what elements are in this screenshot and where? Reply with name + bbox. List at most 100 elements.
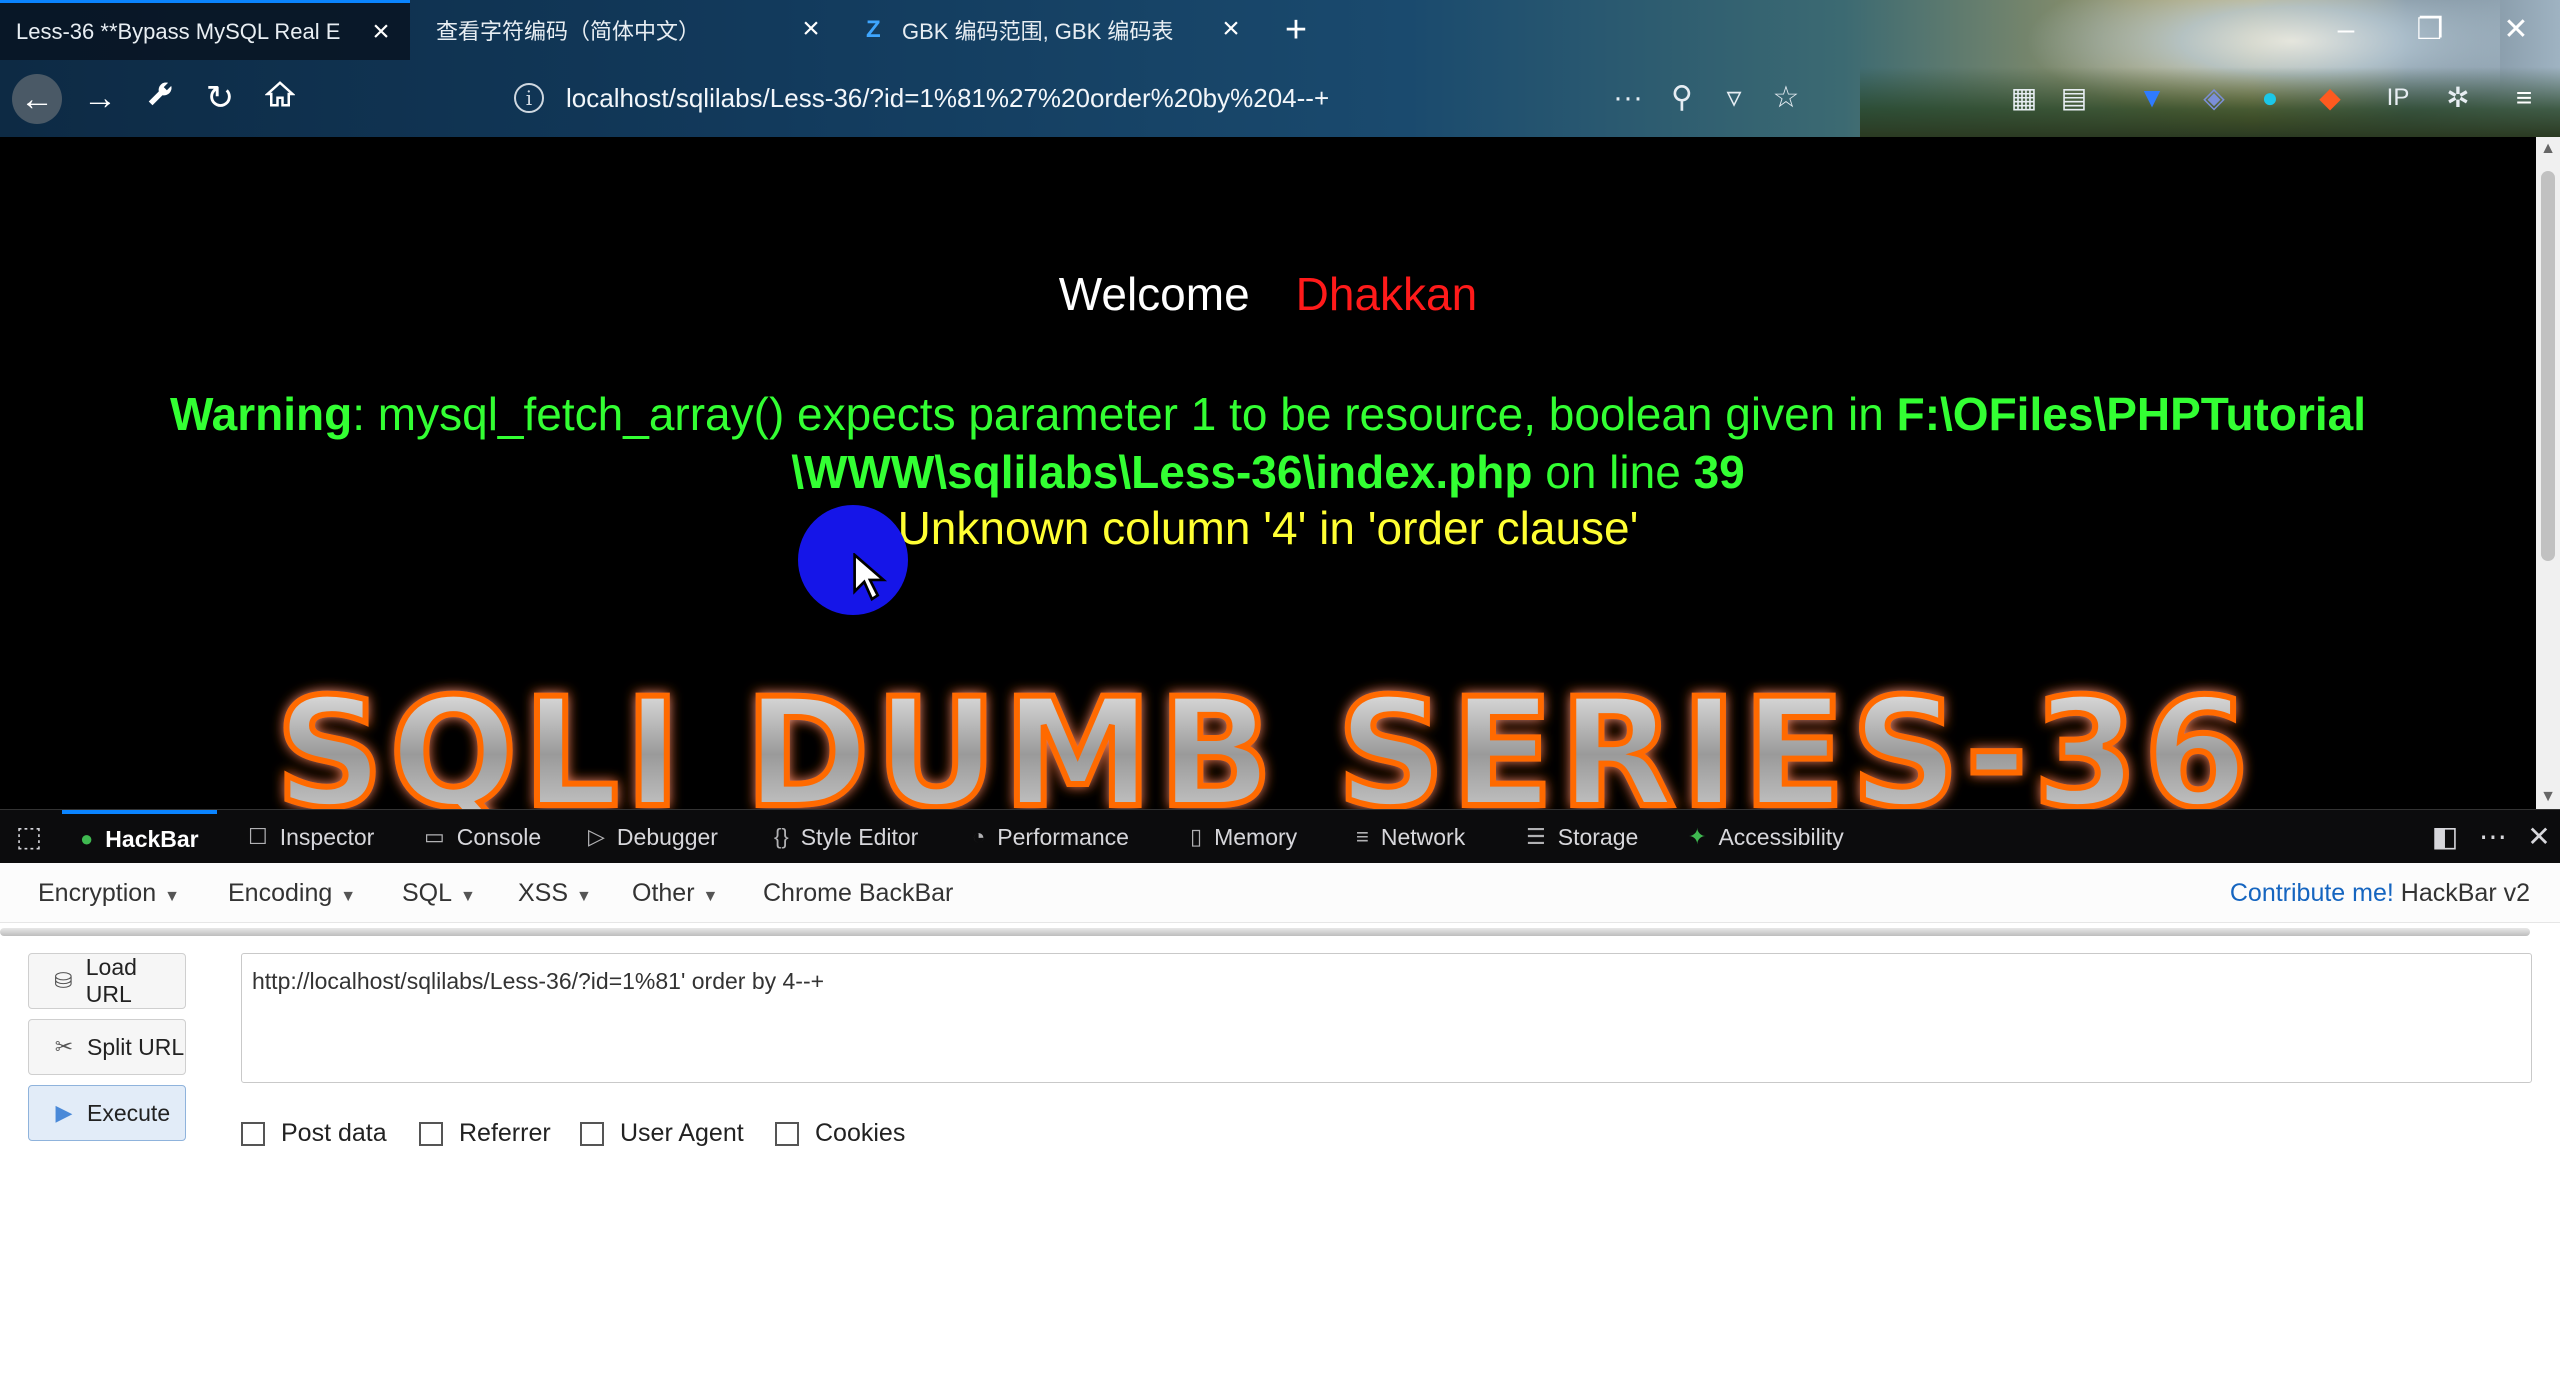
- hackbar-panel: Encryption ▼ Encoding ▼ SQL ▼ XSS ▼ Other ▼ C…: [0, 863, 2560, 1380]
- close-window-icon[interactable]: ✕: [2496, 10, 2536, 50]
- tab-less-36[interactable]: Less-36 **Bypass MySQL Real E ×: [0, 0, 410, 60]
- caret-down-icon: ▼: [340, 888, 357, 905]
- storage-icon: ☰: [1526, 824, 1546, 849]
- tab-gbk[interactable]: Z GBK 编码范围, GBK 编码表 ×: [850, 0, 1260, 60]
- welcome-line: Welcome Dhakkan: [0, 267, 2536, 321]
- pocket-icon[interactable]: ▿: [1716, 80, 1752, 116]
- contribute-area: Contribute me! HackBar v2: [2230, 879, 2530, 908]
- user-agent-checkbox[interactable]: User Agent: [580, 1119, 744, 1148]
- wrench-icon[interactable]: [138, 76, 182, 120]
- tab-network[interactable]: ≡ Network: [1356, 810, 1465, 864]
- page-scrollbar[interactable]: ▲ ▼: [2536, 137, 2560, 809]
- contribute-link[interactable]: Contribute me!: [2230, 879, 2394, 907]
- forward-arrow-icon[interactable]: →: [78, 76, 122, 120]
- nav-bar: ← → ↻ i localhost/sqlilabs/Less-36/?id=1…: [0, 60, 2560, 137]
- debugger-icon: ▷: [588, 824, 605, 849]
- new-tab-icon[interactable]: +: [1274, 8, 1318, 52]
- browser-chrome: Less-36 **Bypass MySQL Real E × 查看字符编码（简…: [0, 0, 2560, 137]
- execute-button[interactable]: ▶ Execute: [28, 1085, 186, 1141]
- tab-label: Inspector: [279, 823, 375, 850]
- hackbar-menu: Encryption ▼ Encoding ▼ SQL ▼ XSS ▼ Other ▼ C…: [0, 863, 2560, 923]
- welcome-text: Welcome: [1058, 268, 1250, 320]
- load-url-icon: ⛁: [54, 968, 73, 993]
- menu-encryption[interactable]: Encryption ▼: [38, 879, 180, 908]
- menu-other[interactable]: Other ▼: [632, 879, 718, 908]
- back-arrow-icon[interactable]: ←: [12, 74, 62, 124]
- checkbox-box[interactable]: [775, 1121, 799, 1146]
- dock-side-icon[interactable]: ◧: [2426, 818, 2464, 856]
- restore-icon[interactable]: ❐: [2410, 10, 2450, 50]
- tab-label: Storage: [1557, 823, 1639, 850]
- tab-bar: Less-36 **Bypass MySQL Real E × 查看字符编码（简…: [0, 0, 2560, 60]
- warning-message: : mysql_fetch_array() expects parameter …: [352, 388, 1897, 440]
- tab-hackbar[interactable]: ● HackBar: [62, 810, 217, 864]
- tab-label: Style Editor: [800, 823, 919, 850]
- checkbox-label: Referrer: [459, 1119, 551, 1147]
- hackbar-icon: ●: [80, 826, 94, 851]
- tab-performance[interactable]: ◔ Performance: [972, 810, 1129, 864]
- close-icon[interactable]: ×: [1216, 14, 1246, 44]
- checkbox-box[interactable]: [580, 1121, 604, 1146]
- checkbox-box[interactable]: [241, 1121, 265, 1146]
- extension-icon[interactable]: ✲: [2440, 80, 2476, 116]
- split-url-button[interactable]: ✂ Split URL: [28, 1019, 186, 1075]
- close-devtools-icon[interactable]: ✕: [2520, 818, 2558, 856]
- menu-icon[interactable]: ≡: [2506, 80, 2542, 116]
- extension-icon[interactable]: ◈: [2196, 80, 2232, 116]
- checkbox-label: Cookies: [815, 1119, 906, 1147]
- performance-icon: ◔: [972, 824, 986, 849]
- tab-inspector[interactable]: ☐ Inspector: [248, 810, 374, 864]
- extension-icon[interactable]: ▦: [2006, 80, 2042, 116]
- welcome-name: Dhakkan: [1295, 268, 1478, 320]
- more-actions-icon[interactable]: ···: [1610, 80, 1646, 116]
- inspector-icon: ☐: [248, 824, 268, 849]
- post-data-checkbox[interactable]: Post data: [241, 1119, 387, 1148]
- home-icon[interactable]: [258, 76, 302, 120]
- caret-down-icon: ▼: [702, 888, 719, 905]
- ip-icon[interactable]: IP: [2380, 80, 2416, 116]
- load-url-button[interactable]: ⛁ Load URL: [28, 953, 186, 1009]
- warning-line: 39: [1693, 446, 1745, 498]
- reload-icon[interactable]: ↻: [198, 76, 242, 120]
- close-icon[interactable]: ×: [366, 17, 396, 47]
- scroll-down-icon[interactable]: ▼: [2536, 785, 2560, 809]
- foxyproxy-icon[interactable]: ◆: [2312, 80, 2348, 116]
- tab-console[interactable]: ▭ Console: [424, 810, 541, 864]
- extension-icon[interactable]: ▤: [2056, 80, 2092, 116]
- more-options-icon[interactable]: ⋯: [2474, 818, 2512, 856]
- cookies-checkbox[interactable]: Cookies: [775, 1119, 905, 1148]
- hackbar-url-input[interactable]: http://localhost/sqlilabs/Less-36/?id=1%…: [241, 953, 2532, 1083]
- tab-memory[interactable]: ▯ Memory: [1190, 810, 1297, 864]
- extension-icon[interactable]: ●: [2252, 80, 2288, 116]
- scroll-up-icon[interactable]: ▲: [2536, 137, 2560, 161]
- minimize-icon[interactable]: –: [2326, 10, 2366, 50]
- address-bar[interactable]: i localhost/sqlilabs/Less-36/?id=1%81%27…: [500, 72, 1800, 124]
- tab-storage[interactable]: ☰ Storage: [1526, 810, 1638, 864]
- tab-label: Network: [1380, 823, 1466, 850]
- tab-title: 查看字符编码（简体中文）: [436, 19, 701, 44]
- menu-encoding[interactable]: Encoding ▼: [228, 879, 356, 908]
- info-icon[interactable]: i: [514, 83, 544, 113]
- checkbox-box[interactable]: [419, 1121, 443, 1146]
- caret-down-icon: ▼: [576, 888, 592, 905]
- scrollbar-thumb[interactable]: [2541, 171, 2555, 561]
- checkbox-label: Post data: [281, 1119, 387, 1147]
- warning-label: Warning: [169, 388, 353, 440]
- vpn-shield-icon[interactable]: ▼: [2134, 80, 2170, 116]
- tab-style-editor[interactable]: {} Style Editor: [774, 810, 918, 864]
- tab-accessibility[interactable]: ✦ Accessibility: [1688, 810, 1844, 864]
- menu-chrome-backbar[interactable]: Chrome BackBar: [763, 879, 953, 908]
- element-picker-icon[interactable]: ⬚: [10, 818, 48, 856]
- pin-icon[interactable]: ⚲: [1664, 80, 1700, 116]
- button-label: Execute: [87, 1099, 171, 1126]
- bookmark-star-icon[interactable]: ☆: [1768, 80, 1804, 116]
- referrer-checkbox[interactable]: Referrer: [419, 1119, 551, 1148]
- menu-xss[interactable]: XSS ▼: [518, 879, 592, 908]
- style-editor-icon: {}: [774, 824, 789, 849]
- hackbar-divider: [0, 928, 2530, 936]
- menu-sql[interactable]: SQL ▼: [402, 879, 476, 908]
- tab-debugger[interactable]: ▷ Debugger: [588, 810, 718, 864]
- close-icon[interactable]: ×: [796, 14, 826, 44]
- network-icon: ≡: [1356, 824, 1369, 849]
- tab-charset[interactable]: 查看字符编码（简体中文） ×: [420, 0, 840, 60]
